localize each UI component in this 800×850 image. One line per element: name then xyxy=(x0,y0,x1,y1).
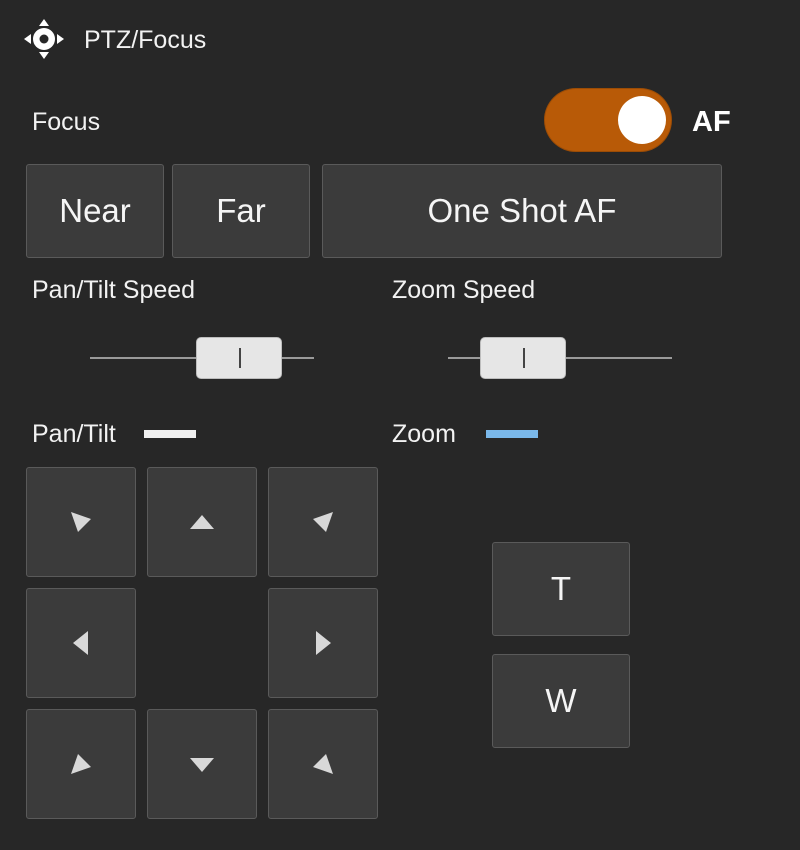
pan-tilt-speed-slider-thumb[interactable] xyxy=(196,337,282,379)
panel-title: PTZ/Focus xyxy=(84,26,207,54)
arrow-down-left-icon xyxy=(71,754,91,774)
arrow-up-icon xyxy=(190,515,214,529)
pan-tilt-right-button[interactable] xyxy=(268,588,378,698)
ptz-directional-icon xyxy=(22,17,66,61)
zoom-indicator xyxy=(486,430,538,438)
pan-tilt-down-right-button[interactable] xyxy=(268,709,378,819)
pan-tilt-up-left-button[interactable] xyxy=(26,467,136,577)
pan-tilt-down-left-button[interactable] xyxy=(26,709,136,819)
pan-tilt-down-button[interactable] xyxy=(147,709,257,819)
af-toggle-switch[interactable] xyxy=(544,88,672,152)
arrow-right-icon xyxy=(316,631,331,655)
focus-label: Focus xyxy=(32,108,101,136)
zoom-tele-button[interactable]: T xyxy=(492,542,630,636)
arrow-down-right-icon xyxy=(313,754,333,774)
zoom-tele-label: T xyxy=(550,570,572,607)
pan-tilt-up-button[interactable] xyxy=(147,467,257,577)
ptz-focus-panel: PTZ/Focus Focus AF Near Far One Shot AF … xyxy=(0,0,800,850)
af-toggle-knob xyxy=(618,96,666,144)
slider-grip-icon xyxy=(239,348,241,368)
af-label: AF xyxy=(692,106,731,138)
zoom-label: Zoom xyxy=(392,420,456,448)
pan-tilt-indicator xyxy=(144,430,196,438)
focus-near-label: Near xyxy=(59,192,131,229)
arrow-left-icon xyxy=(73,631,88,655)
one-shot-af-label: One Shot AF xyxy=(427,192,617,229)
pan-tilt-up-right-button[interactable] xyxy=(268,467,378,577)
zoom-wide-button[interactable]: W xyxy=(492,654,630,748)
focus-far-button[interactable]: Far xyxy=(172,164,310,258)
pan-tilt-left-button[interactable] xyxy=(26,588,136,698)
one-shot-af-button[interactable]: One Shot AF xyxy=(322,164,722,258)
zoom-speed-label: Zoom Speed xyxy=(392,276,536,304)
slider-grip-icon xyxy=(523,348,525,368)
zoom-wide-label: W xyxy=(545,682,577,719)
pan-tilt-label: Pan/Tilt xyxy=(32,420,116,448)
arrow-up-right-icon xyxy=(313,512,333,532)
focus-far-label: Far xyxy=(216,192,266,229)
zoom-speed-slider-thumb[interactable] xyxy=(480,337,566,379)
focus-near-button[interactable]: Near xyxy=(26,164,164,258)
pan-tilt-speed-label: Pan/Tilt Speed xyxy=(32,276,196,304)
arrow-up-left-icon xyxy=(71,512,91,532)
arrow-down-icon xyxy=(190,758,214,772)
